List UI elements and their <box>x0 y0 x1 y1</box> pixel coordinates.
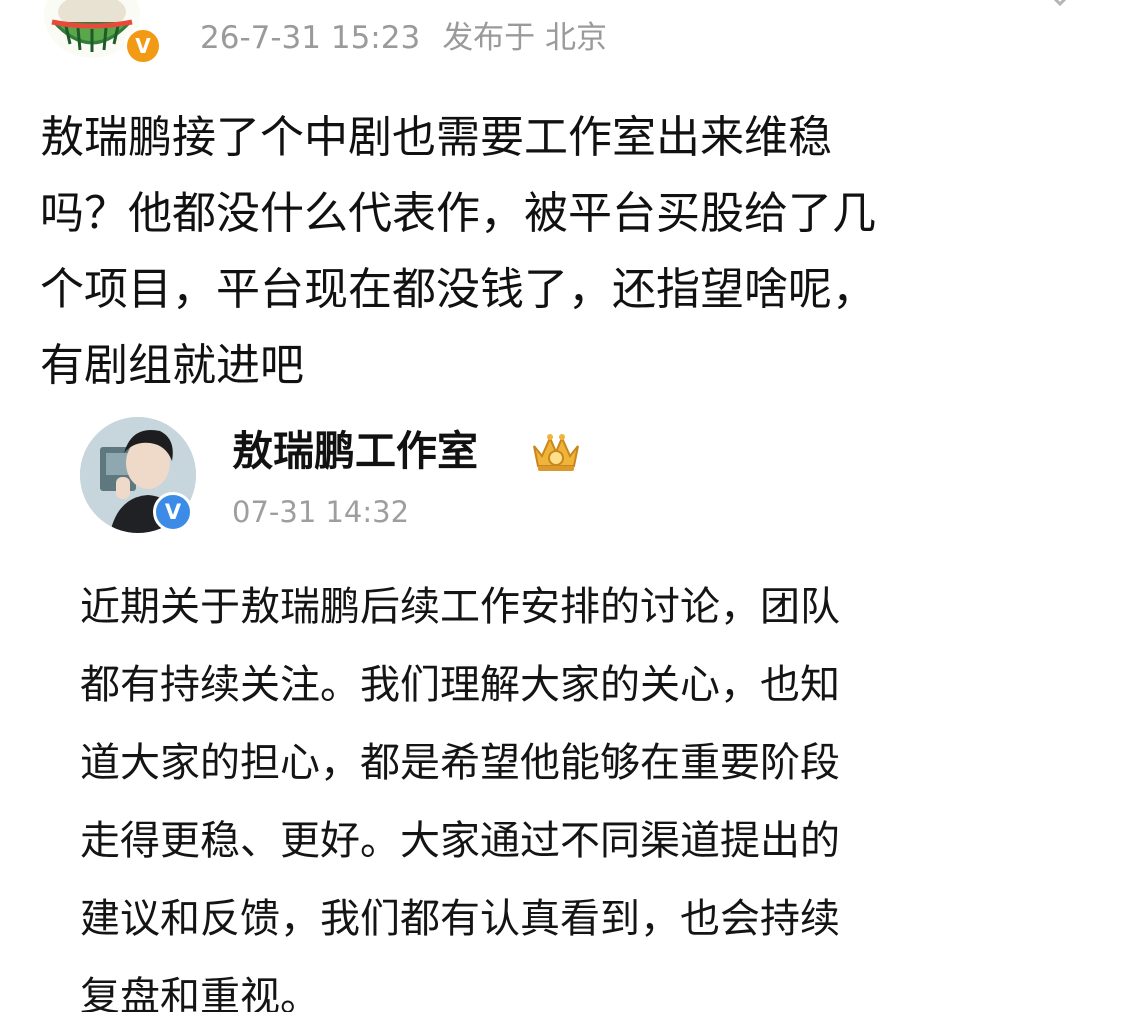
quoted-text-line: 建议和反馈，我们都有认真看到，也会持续 <box>80 896 840 942</box>
post-location: 发布于 北京 <box>442 20 608 56</box>
post-text: 敖瑞鹏接了个中剧也需要工作室出来维稳 吗？他都没什么代表作，被平台买股给了几 个… <box>40 100 1090 404</box>
quoted-text-line: 近期关于敖瑞鹏后续工作安排的讨论，团队 <box>80 584 840 630</box>
quoted-author-name[interactable]: 敖瑞鹏工作室 <box>232 423 478 479</box>
quoted-text-line: 走得更稳、更好。大家通过不同渠道提出的 <box>80 818 840 864</box>
post-meta: 26-7-31 15:23 发布于 北京 <box>200 16 607 60</box>
quoted-timestamp: 07-31 14:32 <box>232 495 410 529</box>
verified-badge-icon: V <box>153 492 193 532</box>
quoted-text-line: 道大家的担心，都是希望他能够在重要阶段 <box>80 740 840 786</box>
verified-badge-icon: V <box>124 27 162 65</box>
more-options-icon[interactable] <box>1040 0 1080 8</box>
quoted-text-line: 都有持续关注。我们理解大家的关心，也知 <box>80 662 840 708</box>
crown-badge-icon <box>533 434 579 471</box>
screenshot-page: V 26-7-31 15:23 发布于 北京 敖瑞鹏接了个中剧也需要工作室出来维稳… <box>0 0 1124 1012</box>
post-header: V 26-7-31 15:23 发布于 北京 <box>0 0 1124 76</box>
quoted-post-text: 近期关于敖瑞鹏后续工作安排的讨论，团队 都有持续关注。我们理解大家的关心，也知 … <box>80 568 1080 1012</box>
post-text-line: 有剧组就进吧 <box>40 340 304 391</box>
quoted-text-line: 复盘和重视。 <box>80 974 320 1012</box>
post-text-line: 个项目，平台现在都没钱了，还指望啥呢， <box>40 264 876 315</box>
post-text-line: 吗？他都没什么代表作，被平台买股给了几 <box>40 188 876 239</box>
post-timestamp: 26-7-31 15:23 <box>200 20 421 56</box>
post-text-line: 敖瑞鹏接了个中剧也需要工作室出来维稳 <box>40 112 832 163</box>
